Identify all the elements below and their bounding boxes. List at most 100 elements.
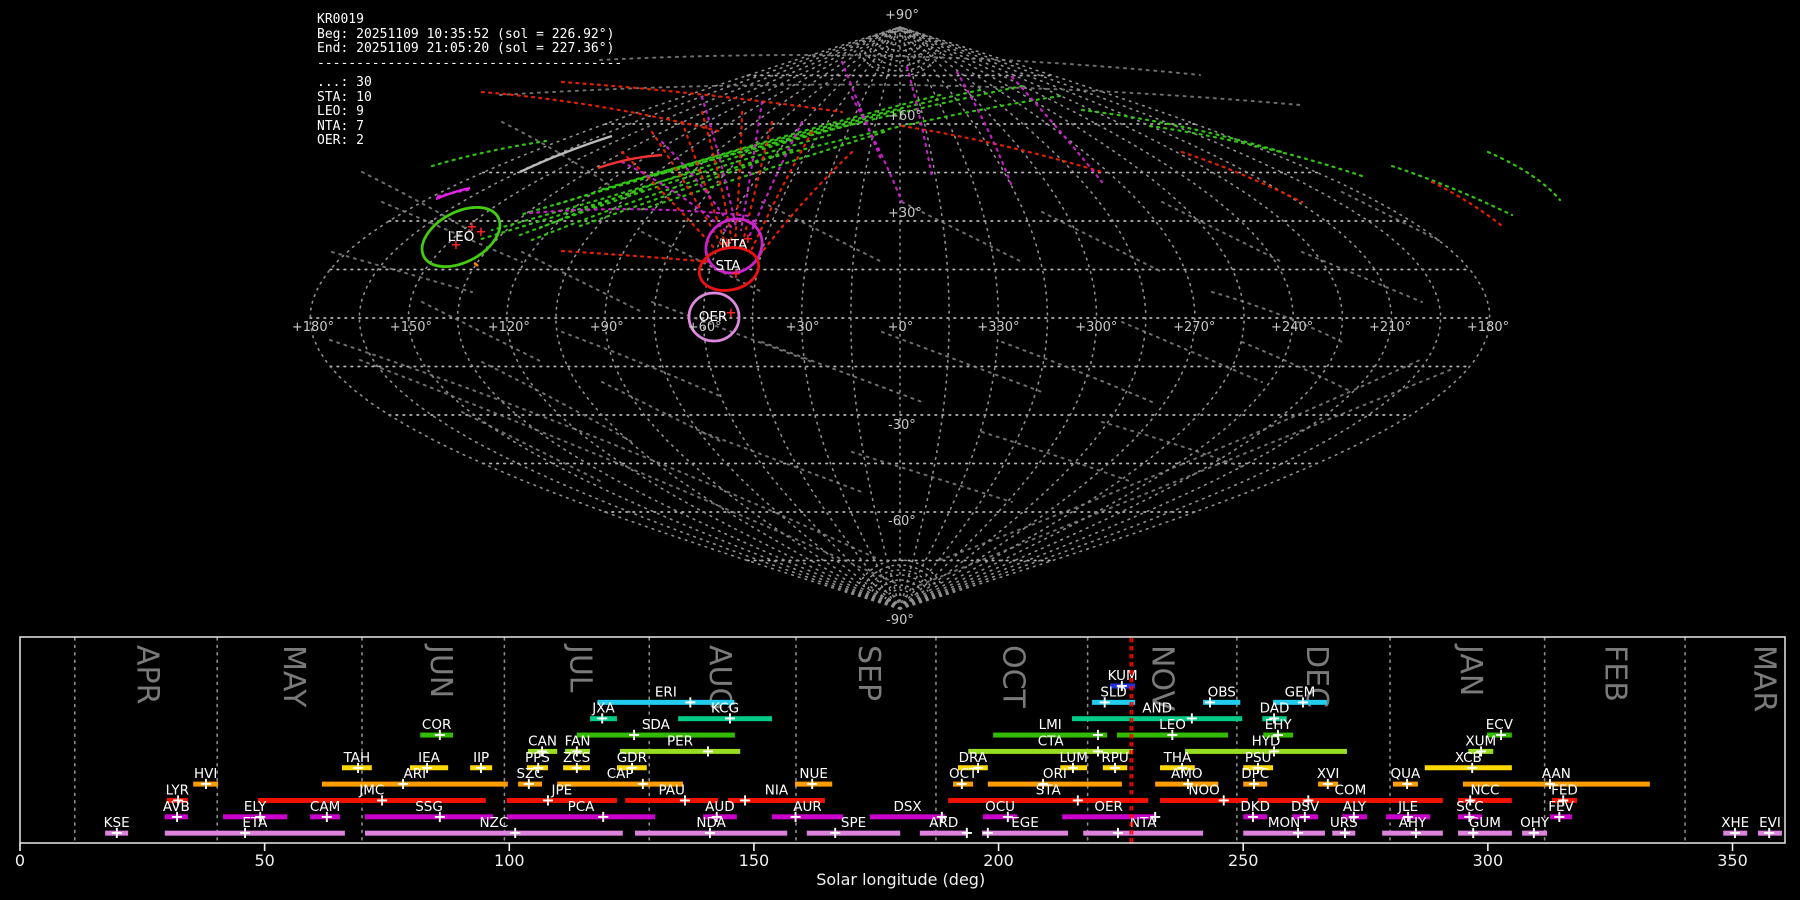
shower-peak-marker: +: [1066, 758, 1079, 777]
month-label: JAN: [1453, 643, 1488, 696]
shower-peak-marker: +: [320, 807, 333, 826]
meteor-trail: [1041, 211, 1163, 273]
meteor-trail: [1180, 150, 1304, 204]
shower-bar-jmc: [257, 797, 486, 803]
shower-label-pca: PCA: [568, 799, 596, 815]
meteor-trail-solid: [435, 186, 471, 201]
shower-peak-marker: +: [596, 709, 609, 728]
shower-peak-marker: +: [703, 823, 716, 842]
meteor-trail: [881, 331, 1043, 393]
shower-label-lmi: LMI: [1039, 717, 1062, 733]
meteor-trail: [521, 251, 643, 313]
shower-peak-marker: +: [1338, 823, 1351, 842]
shower-label-sta: STA: [1036, 782, 1062, 798]
shower-bar-nzc: [364, 830, 623, 836]
meteor-trail: [476, 188, 644, 242]
map-lon-label: +0°: [888, 320, 914, 335]
map-lon-label: +210°: [1369, 320, 1411, 335]
shower-peak-marker: +: [1728, 823, 1741, 842]
shower-peak-marker: +: [351, 758, 364, 777]
shower-peak-marker: +: [738, 790, 751, 809]
radiant-peak-marker: +: [748, 217, 759, 232]
map-lat-label: -60°: [888, 514, 916, 529]
info-line: KR0019: [317, 12, 364, 27]
pole-grid-arc: [862, 564, 938, 587]
shower-peak-marker: +: [1494, 725, 1507, 744]
shower-bar-pca: [506, 814, 656, 820]
shower-bar-and: [1071, 716, 1243, 722]
shower-peak-marker: +: [1108, 758, 1121, 777]
shower-peak-marker: +: [541, 790, 554, 809]
shower-peak-marker: +: [955, 774, 968, 793]
shower-peak-marker: +: [1466, 758, 1479, 777]
map-lon-label: +180°: [1467, 320, 1509, 335]
shower-peak-marker: +: [597, 807, 610, 826]
map-lon-label: +330°: [977, 320, 1019, 335]
shower-peak-marker: +: [522, 774, 535, 793]
shower-peak-marker: +: [1291, 823, 1304, 842]
shower-peak-marker: +: [627, 725, 640, 744]
map-lon-label: +90°: [590, 320, 624, 335]
shower-label-spe: SPE: [841, 815, 866, 831]
shower-peak-marker: +: [433, 725, 446, 744]
x-tick-label: 300: [1473, 851, 1504, 870]
map-lat-label: -30°: [888, 418, 916, 433]
shower-peak-marker: +: [805, 774, 818, 793]
shower-peak-marker: +: [1296, 692, 1309, 711]
map-lon-label: +240°: [1271, 320, 1313, 335]
info-line: STA: 10: [317, 89, 372, 105]
shower-peak-marker: +: [1409, 823, 1422, 842]
meteor-trail: [561, 331, 723, 398]
shower-peak-marker: +: [1111, 823, 1124, 842]
meteor-trail: [1341, 191, 1443, 243]
x-tick-label: 150: [739, 851, 770, 870]
meteor-trail: [1390, 164, 1514, 217]
shower-peak-marker: +: [1763, 823, 1776, 842]
meteor-trail: [761, 341, 923, 403]
scene-canvas: +++LEO + ++NTA+STA+OER+180° +150° +120° +90° +…: [15, 8, 1786, 889]
shower-peak-marker: +: [678, 790, 691, 809]
month-label: SEP: [851, 645, 886, 701]
shower-peak-marker: +: [1071, 790, 1084, 809]
shower-peak-marker: +: [981, 823, 994, 842]
month-label: JUN: [423, 643, 458, 698]
meteor-trail: [919, 369, 1451, 586]
shower-label-cta: CTA: [1038, 733, 1065, 749]
map-lon-label: +150°: [390, 320, 432, 335]
info-line: ...: 30: [317, 75, 372, 90]
meteor-trail: [900, 124, 1104, 174]
shower-label-com: COM: [1335, 782, 1367, 798]
shower-label-noo: NOO: [1188, 782, 1219, 798]
shower-label-eri: ERI: [655, 684, 677, 700]
shower-peak-marker: +: [1466, 823, 1479, 842]
shower-peak-marker: +: [433, 807, 446, 826]
shower-peak-marker: +: [701, 741, 714, 760]
x-axis-title: Solar longitude (deg): [816, 870, 985, 889]
meteor-trail: [599, 54, 1201, 76]
map-lon-label: +180°: [292, 320, 334, 335]
meteor-trail: [761, 201, 883, 263]
shower-peak-marker: +: [1203, 692, 1216, 711]
shower-peak-marker: +: [1247, 774, 1260, 793]
map-lon-label: +60°: [688, 320, 722, 335]
info-line: OER: 2: [317, 133, 364, 148]
meteor-trail: [1080, 108, 1284, 154]
x-tick-label: 100: [494, 851, 525, 870]
shower-bar-eta: [164, 830, 345, 836]
shower-bar-nta: [1083, 830, 1204, 836]
radiant-peak-marker: +: [476, 225, 487, 240]
map-lon-label: +30°: [786, 320, 820, 335]
meteor-trail: [361, 171, 473, 233]
radiant-label-nta: NTA: [721, 237, 748, 253]
meteor-trail: [359, 359, 901, 586]
map-lat-label: +60°: [888, 109, 922, 124]
shower-label-dsx: DSX: [893, 799, 921, 815]
meteor-trail: [329, 339, 881, 561]
shower-label-nta: NTA: [1130, 815, 1157, 831]
shower-peak-marker: +: [684, 692, 697, 711]
map-lat-label: +90°: [885, 8, 919, 23]
shower-peak-marker: +: [1527, 823, 1540, 842]
shower-peak-marker: +: [723, 709, 736, 728]
meteor-trail: [1161, 201, 1283, 263]
shower-bar-ari: [321, 781, 508, 787]
